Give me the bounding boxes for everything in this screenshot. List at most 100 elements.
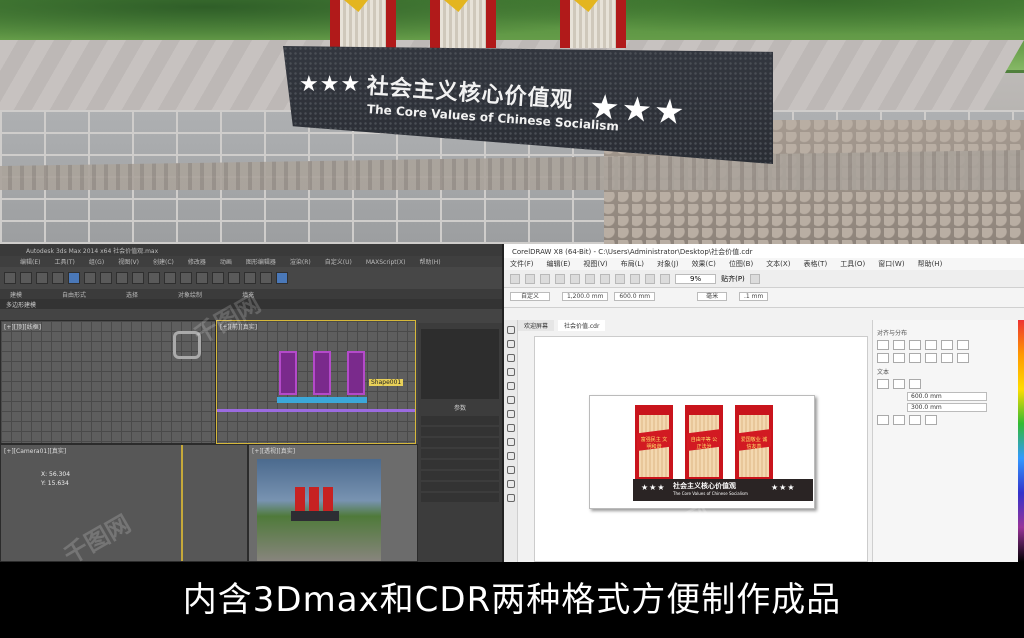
- panel-row[interactable]: [421, 493, 499, 502]
- panel-row[interactable]: [421, 449, 499, 458]
- rectangle-tool-icon[interactable]: [506, 410, 515, 418]
- select-by-name-icon[interactable]: [84, 272, 96, 284]
- redo-icon[interactable]: [630, 273, 640, 284]
- render-icon[interactable]: [276, 272, 288, 284]
- text-align-icon[interactable]: [893, 379, 905, 389]
- text-tool-icon[interactable]: [506, 452, 515, 460]
- align-left-icon[interactable]: [877, 340, 889, 350]
- viewport-front[interactable]: [+][前][真实] Shape001: [216, 320, 416, 444]
- layer-icon[interactable]: [212, 272, 224, 284]
- cdr-menu-item-7[interactable]: 文本(X): [766, 260, 790, 268]
- cdr-menu-item-10[interactable]: 窗口(W): [878, 260, 904, 268]
- cdr-menu-item-9[interactable]: 工具(O): [840, 260, 865, 268]
- scale-icon[interactable]: [132, 272, 144, 284]
- cdr-menu-item-4[interactable]: 对象(J): [657, 260, 679, 268]
- panel-row[interactable]: [421, 482, 499, 491]
- zoom-tool-icon[interactable]: [506, 368, 515, 376]
- shape-tool-icon[interactable]: [506, 340, 515, 348]
- export-icon[interactable]: [660, 273, 670, 284]
- rotate-icon[interactable]: [116, 272, 128, 284]
- cdr-menu-item-1[interactable]: 编辑(E): [547, 260, 571, 268]
- max-menu-item-10[interactable]: MAXScript(X): [366, 259, 406, 266]
- pick-tool-icon[interactable]: [506, 326, 515, 334]
- link-icon[interactable]: [36, 272, 48, 284]
- redo-icon[interactable]: [20, 272, 32, 284]
- cdr-menu-item-0[interactable]: 文件(F): [510, 260, 534, 268]
- undo-icon[interactable]: [4, 272, 16, 284]
- align-icon[interactable]: [196, 272, 208, 284]
- max-menu-item-3[interactable]: 视图(V): [118, 259, 139, 266]
- distribute-top-icon[interactable]: [925, 353, 937, 363]
- cdr-menu-item-11[interactable]: 帮助(H): [918, 260, 943, 268]
- align-top-icon[interactable]: [925, 340, 937, 350]
- cdr-menu-item-6[interactable]: 位图(B): [729, 260, 753, 268]
- cdr-menu-item-3[interactable]: 布局(L): [621, 260, 644, 268]
- move-icon[interactable]: [100, 272, 112, 284]
- docker-x-field[interactable]: 600.0 mm: [907, 392, 987, 401]
- viewcube-icon[interactable]: [173, 331, 201, 359]
- max-ribbon-tab-4[interactable]: 填充: [242, 292, 254, 299]
- design-sign-3[interactable]: 爱国敬业 诚信友善: [735, 405, 773, 481]
- distribute-middle-icon[interactable]: [941, 353, 953, 363]
- distribute-left-icon[interactable]: [877, 353, 889, 363]
- fill-tool-icon[interactable]: [506, 494, 515, 502]
- connector-tool-icon[interactable]: [506, 480, 515, 488]
- panel-row[interactable]: [421, 471, 499, 480]
- cut-icon[interactable]: [570, 273, 580, 284]
- max-menu-item-6[interactable]: 动画: [220, 259, 232, 266]
- spacing-icon[interactable]: [877, 415, 889, 425]
- snap-icon[interactable]: [148, 272, 160, 284]
- text-align-icon[interactable]: [877, 379, 889, 389]
- freehand-tool-icon[interactable]: [506, 382, 515, 390]
- page-preset-select[interactable]: 自定义: [510, 292, 551, 301]
- save-icon[interactable]: [540, 273, 550, 284]
- design-sign-2[interactable]: 自由平等 公正法治: [685, 405, 723, 481]
- copy-icon[interactable]: [585, 273, 595, 284]
- design-base[interactable]: ★★★ 社会主义核心价值观 The Core Values of Chinese…: [633, 479, 813, 501]
- drawing-canvas[interactable]: 富强民主 文明和谐 自由平等 公正法治 爱国敬业 诚信友善 ★★★ 社会主义核心…: [534, 336, 868, 562]
- max-ribbon-tab-3[interactable]: 对象绘制: [178, 292, 202, 299]
- modifier-stack[interactable]: [421, 329, 499, 399]
- import-icon[interactable]: [645, 273, 655, 284]
- curve-editor-icon[interactable]: [228, 272, 240, 284]
- cdr-menu-item-2[interactable]: 视图(V): [583, 260, 607, 268]
- panel-row[interactable]: [421, 438, 499, 447]
- cdr-menu-item-5[interactable]: 效果(C): [692, 260, 716, 268]
- design-sign-1[interactable]: 富强民主 文明和谐: [635, 405, 673, 481]
- docker-y-field[interactable]: 300.0 mm: [907, 403, 987, 412]
- panel-row[interactable]: [421, 427, 499, 436]
- max-ribbon-tab-0[interactable]: 建模: [10, 292, 22, 299]
- cdr-menu-item-8[interactable]: 表格(T): [803, 260, 827, 268]
- undo-icon[interactable]: [615, 273, 625, 284]
- align-center-icon[interactable]: [893, 340, 905, 350]
- open-icon[interactable]: [525, 273, 535, 284]
- artistic-media-icon[interactable]: [506, 396, 515, 404]
- select-object-icon[interactable]: [68, 272, 80, 284]
- distribute-bottom-icon[interactable]: [957, 353, 969, 363]
- max-ribbon-tab-1[interactable]: 自由形式: [62, 292, 86, 299]
- distribute-right-icon[interactable]: [909, 353, 921, 363]
- max-menu-item-4[interactable]: 创建(C): [153, 259, 174, 266]
- angle-snap-icon[interactable]: [164, 272, 176, 284]
- viewport-top[interactable]: [+][顶][线框]: [0, 320, 216, 444]
- distribute-center-icon[interactable]: [893, 353, 905, 363]
- nudge-field[interactable]: .1 mm: [739, 292, 769, 301]
- max-menu-item-5[interactable]: 修改器: [188, 259, 206, 266]
- max-menu-item-2[interactable]: 组(G): [89, 259, 104, 266]
- spacing-icon[interactable]: [925, 415, 937, 425]
- tab-document[interactable]: 社会价值.cdr: [557, 320, 606, 331]
- align-bottom-icon[interactable]: [957, 340, 969, 350]
- dimension-tool-icon[interactable]: [506, 466, 515, 474]
- units-select[interactable]: 毫米: [697, 292, 728, 301]
- new-icon[interactable]: [510, 273, 520, 284]
- max-menu-item-1[interactable]: 工具(T): [54, 259, 74, 266]
- tab-welcome[interactable]: 欢迎屏幕: [518, 320, 555, 331]
- zoom-select[interactable]: 9%: [675, 273, 717, 284]
- render-setup-icon[interactable]: [260, 272, 272, 284]
- text-align-icon[interactable]: [909, 379, 921, 389]
- viewport-camera[interactable]: [+][Camera01][真实] X: 56.304 Y: 15.634: [0, 444, 248, 562]
- align-right-icon[interactable]: [909, 340, 921, 350]
- panel-row[interactable]: [421, 416, 499, 425]
- max-menu-item-11[interactable]: 帮助(H): [419, 259, 440, 266]
- polygon-tool-icon[interactable]: [506, 438, 515, 446]
